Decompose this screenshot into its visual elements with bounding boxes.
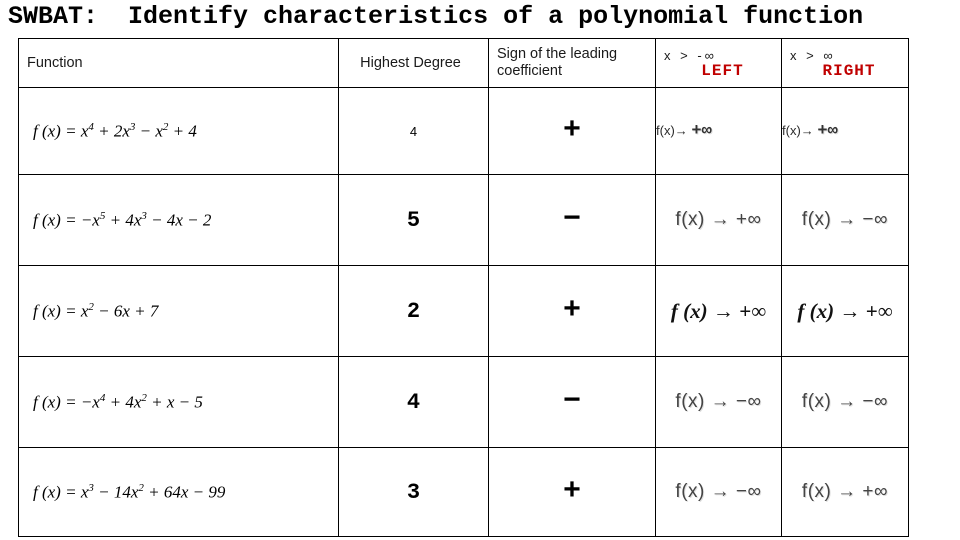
- function-expression: f (x) = −x4 + 4x2 + x − 5: [33, 391, 203, 412]
- cell-function: f (x) = −x4 + 4x2 + x − 5: [18, 356, 339, 448]
- header-label-function: Function: [27, 54, 83, 71]
- header-cell-function: Function: [18, 38, 339, 88]
- table-row: f (x) = −x4 + 4x2 + x − 5 4 − f(x) → −∞ …: [18, 356, 909, 448]
- header-left-label: LEFT: [701, 61, 744, 80]
- header-cell-left: x > -∞ LEFT: [655, 38, 782, 88]
- header-left-limit: x > -∞: [664, 47, 717, 63]
- header-right-limit: x > ∞: [790, 47, 836, 63]
- header-cell-right: x > ∞ RIGHT: [781, 38, 909, 88]
- cell-leading-sign: +: [488, 447, 656, 537]
- cell-function: f (x) = x4 + 2x3 − x2 + 4: [18, 87, 339, 175]
- cell-left-end-behavior: f(x) → +∞: [655, 174, 782, 266]
- left-limit-value: +∞: [691, 121, 712, 141]
- function-expression: f (x) = x4 + 2x3 − x2 + 4: [33, 120, 197, 141]
- cell-function: f (x) = x2 − 6x + 7: [18, 265, 339, 357]
- function-expression: f (x) = −x5 + 4x3 − 4x − 2: [33, 209, 212, 230]
- cell-function: f (x) = x3 − 14x2 + 64x − 99: [18, 447, 339, 537]
- header-right-group: x > ∞ RIGHT: [782, 48, 908, 79]
- table: Function Highest Degree Sign of the lead…: [18, 38, 909, 537]
- cell-right-end-behavior: f(x) → −∞: [781, 174, 909, 266]
- header-right-label: RIGHT: [822, 61, 876, 80]
- cell-right-end-behavior: f(x) → +∞: [781, 447, 909, 537]
- cell-right-end-behavior: f(x) → −∞: [781, 356, 909, 448]
- polynomial-characteristics-table: Function Highest Degree Sign of the lead…: [18, 38, 909, 537]
- header-label-highest-degree: Highest Degree: [360, 54, 461, 71]
- cell-highest-degree: 2: [338, 265, 489, 357]
- cell-right-end-behavior: f (x) → +∞: [781, 265, 909, 357]
- cell-highest-degree: 4: [338, 87, 489, 175]
- cell-function: f (x) = −x5 + 4x3 − 4x − 2: [18, 174, 339, 266]
- cell-highest-degree: 3: [338, 447, 489, 537]
- cell-left-end-behavior: f (x) → +∞: [655, 265, 782, 357]
- cell-highest-degree: 4: [338, 356, 489, 448]
- cell-leading-sign: −: [488, 356, 656, 448]
- table-row: f (x) = −x5 + 4x3 − 4x − 2 5 − f(x) → +∞…: [18, 174, 909, 266]
- function-expression: f (x) = x3 − 14x2 + 64x − 99: [33, 481, 226, 502]
- header-label-leading-sign: Sign of the leading coefficient: [497, 46, 618, 79]
- cell-left-end-behavior: f(x) → −∞: [655, 447, 782, 537]
- table-row: f (x) = x2 − 6x + 7 2 + f (x) → +∞ f (x)…: [18, 265, 909, 357]
- cell-leading-sign: +: [488, 265, 656, 357]
- header-left-group: x > -∞ LEFT: [656, 48, 781, 79]
- cell-right-end-behavior: f(x)→ +∞: [781, 87, 909, 175]
- header-cell-leading-sign: Sign of the leading coefficient: [488, 38, 656, 88]
- right-limit-value: +∞: [817, 121, 838, 141]
- header-cell-highest-degree: Highest Degree: [338, 38, 489, 88]
- cell-highest-degree: 5: [338, 174, 489, 266]
- cell-leading-sign: −: [488, 174, 656, 266]
- cell-left-end-behavior: f(x)→ +∞: [655, 87, 782, 175]
- table-row: f (x) = x4 + 2x3 − x2 + 4 4 + f(x)→ +∞ f…: [18, 87, 909, 175]
- cell-left-end-behavior: f(x) → −∞: [655, 356, 782, 448]
- slide-title: SWBAT: Identify characteristics of a pol…: [8, 2, 864, 31]
- function-expression: f (x) = x2 − 6x + 7: [33, 300, 159, 321]
- table-header-row: Function Highest Degree Sign of the lead…: [18, 38, 909, 88]
- table-row: f (x) = x3 − 14x2 + 64x − 99 3 + f(x) → …: [18, 447, 909, 537]
- cell-leading-sign: +: [488, 87, 656, 175]
